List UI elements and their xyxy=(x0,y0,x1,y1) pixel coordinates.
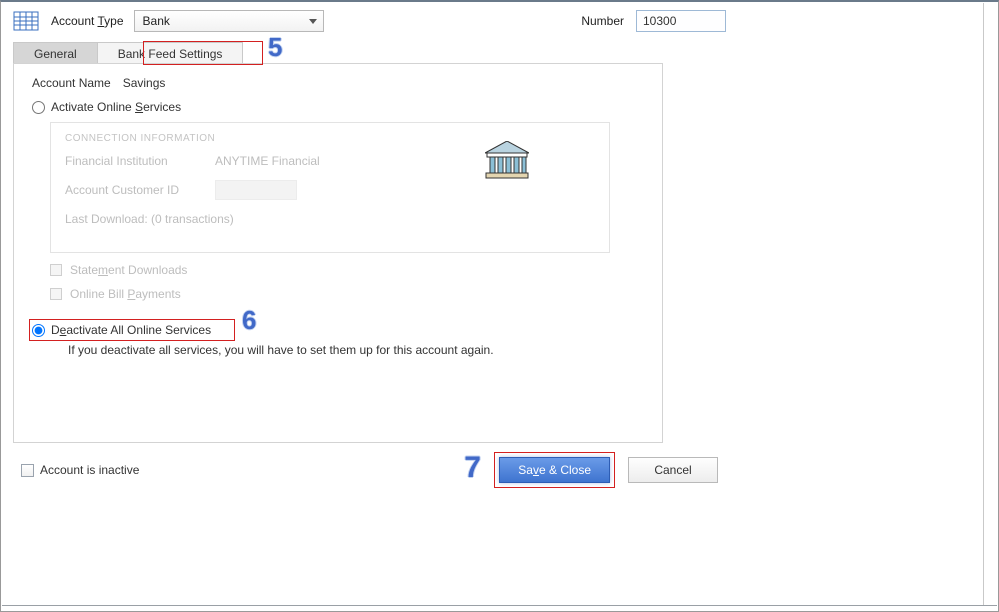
financial-institution-value: ANYTIME Financial xyxy=(215,154,320,168)
top-toolbar: Account Type Bank Number xyxy=(13,10,986,32)
account-type-label: Account Type xyxy=(51,14,124,28)
account-name-value: Savings xyxy=(123,76,166,90)
online-bill-payments-label: Online Bill Payments xyxy=(70,287,181,301)
deactivate-services-block: Deactivate All Online Services 6 If you … xyxy=(32,323,644,357)
account-type-select[interactable]: Bank xyxy=(134,10,324,32)
account-inactive-label: Account is inactive xyxy=(40,463,139,477)
bank-building-icon xyxy=(485,141,529,182)
cancel-button[interactable]: Cancel xyxy=(628,457,718,483)
deactivate-all-services-radio[interactable] xyxy=(32,324,45,337)
account-number-input[interactable] xyxy=(636,10,726,32)
account-inactive-checkbox[interactable] xyxy=(21,464,34,477)
ledger-icon xyxy=(13,11,39,31)
account-customer-id-input xyxy=(215,180,297,200)
bank-feed-settings-panel: Account Name Savings Activate Online Ser… xyxy=(13,63,663,443)
number-label: Number xyxy=(581,14,624,28)
footer: Account is inactive 7 Save & Close Cance… xyxy=(21,457,978,483)
activate-online-services-label: Activate Online Services xyxy=(51,100,181,114)
bottom-divider xyxy=(2,605,997,606)
account-name-label: Account Name xyxy=(32,76,111,90)
activate-online-services-radio[interactable] xyxy=(32,101,45,114)
chevron-down-icon xyxy=(309,19,317,24)
edit-account-panel: Account Type Bank Number General Bank Fe… xyxy=(1,2,998,443)
annotation-number-5: 5 xyxy=(268,32,282,63)
financial-institution-label: Financial Institution xyxy=(65,154,215,168)
online-bill-payments-row: Online Bill Payments xyxy=(50,287,644,301)
statement-downloads-row: Statement Downloads xyxy=(50,263,644,277)
statement-downloads-checkbox xyxy=(50,264,62,276)
tab-bank-feed-settings[interactable]: Bank Feed Settings xyxy=(97,42,244,64)
save-and-close-button[interactable]: Save & Close xyxy=(499,457,610,483)
online-bill-payments-checkbox xyxy=(50,288,62,300)
footer-buttons: 7 Save & Close Cancel xyxy=(499,457,718,483)
deactivate-services-message: If you deactivate all services, you will… xyxy=(68,343,644,357)
last-download-label: Last Download: (0 transactions) xyxy=(65,212,234,226)
tabs: General Bank Feed Settings 5 xyxy=(13,42,986,64)
deactivate-all-services-label: Deactivate All Online Services xyxy=(51,323,211,337)
annotation-number-7: 7 xyxy=(464,451,481,485)
account-type-value: Bank xyxy=(143,14,170,28)
connection-information-group: CONNECTION INFORMATION Financial Institu… xyxy=(50,122,610,253)
right-divider xyxy=(983,3,984,605)
tab-general[interactable]: General xyxy=(13,42,98,64)
account-customer-id-label: Account Customer ID xyxy=(65,183,215,197)
statement-downloads-label: Statement Downloads xyxy=(70,263,187,277)
activate-services-row: Activate Online Services xyxy=(32,100,644,114)
